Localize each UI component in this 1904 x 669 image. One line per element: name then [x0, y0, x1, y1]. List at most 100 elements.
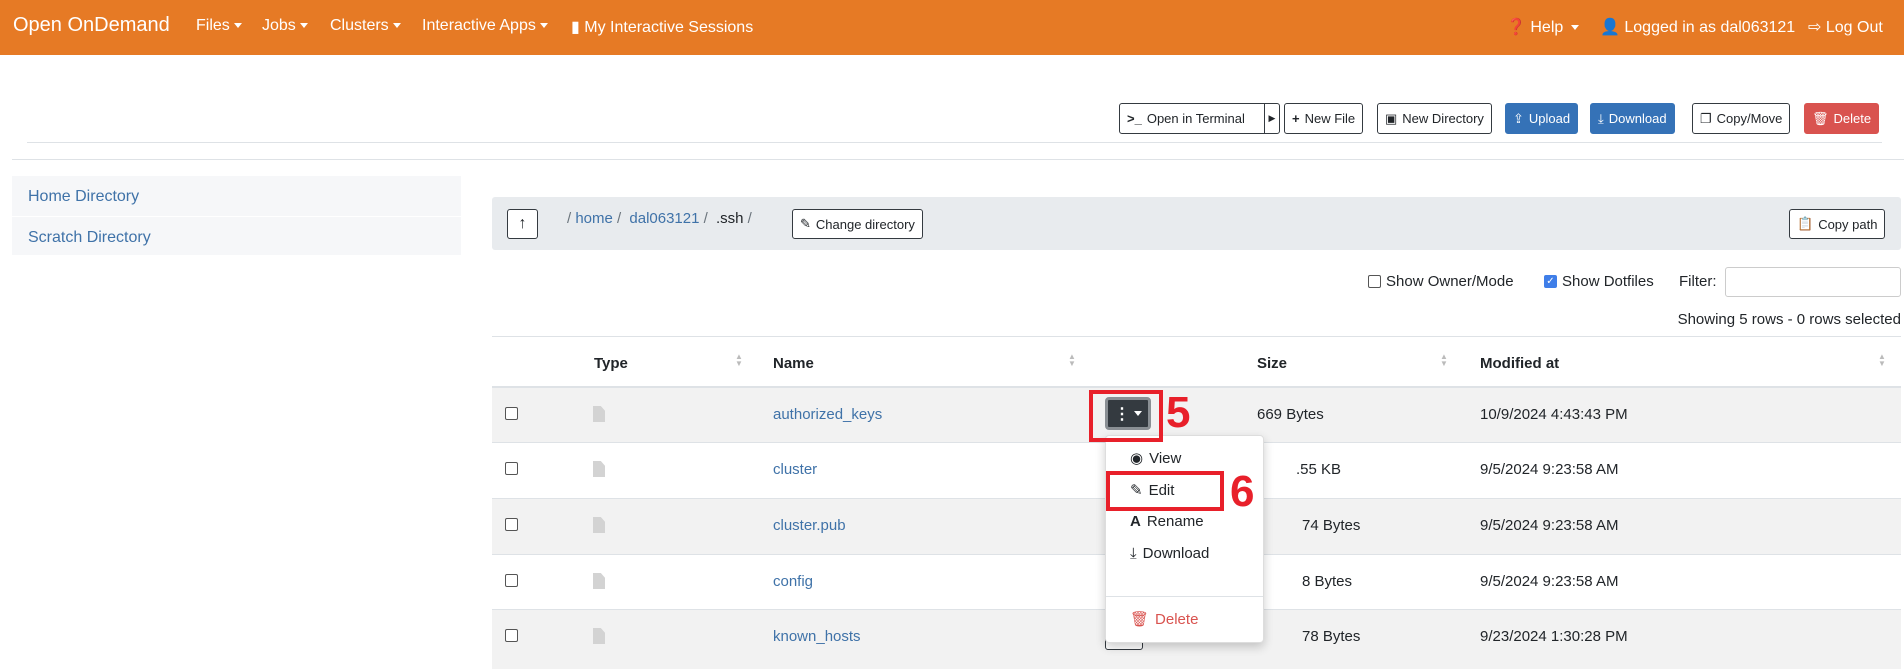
filter-input[interactable] [1725, 267, 1901, 297]
header-size[interactable]: Size [1257, 355, 1287, 372]
nav-files[interactable]: Files [196, 17, 242, 35]
upload-button[interactable]: ⇪ Upload [1505, 103, 1579, 134]
new-file-button[interactable]: + New File [1284, 103, 1364, 134]
open-terminal-button[interactable]: >_ Open in Terminal ▶ [1119, 103, 1280, 134]
file-size: 8 Bytes [1302, 573, 1353, 590]
file-size: 74 Bytes [1302, 517, 1361, 534]
menu-divider [1106, 596, 1263, 597]
row-count-status: Showing 5 rows - 0 rows selected [1677, 311, 1901, 328]
file-modified: 9/5/2024 9:23:58 AM [1480, 517, 1619, 534]
annotation-box-6 [1106, 471, 1224, 511]
row-checkbox[interactable] [505, 629, 518, 642]
file-size: .55 KB [1296, 461, 1342, 478]
sessions-icon: ▮ [571, 19, 585, 36]
file-modified: 10/9/2024 4:43:43 PM [1480, 406, 1628, 423]
show-dotfiles-label: Show Dotfiles [1562, 273, 1654, 290]
trash-icon: 🗑 [1812, 110, 1829, 126]
nav-jobs[interactable]: Jobs [262, 17, 308, 35]
header-type[interactable]: Type [594, 355, 628, 372]
row-checkbox[interactable] [505, 407, 518, 420]
download-button[interactable]: ⤓ Download [1590, 103, 1675, 134]
breadcrumb-user[interactable]: dal063121 [629, 210, 699, 227]
show-owner-checkbox[interactable] [1368, 275, 1381, 288]
sidebar-item-scratch[interactable]: Scratch Directory [12, 217, 461, 255]
file-icon [593, 628, 605, 644]
logout-icon: ⇨ [1808, 19, 1822, 36]
navbar: Open OnDemand Files Jobs Clusters Intera… [0, 0, 1904, 55]
annotation-number-6: 6 [1230, 467, 1255, 516]
divider [27, 142, 1882, 143]
file-name-link[interactable]: cluster [773, 461, 817, 478]
copy-move-button[interactable]: ❐ Copy/Move [1692, 103, 1791, 134]
breadcrumb: / home / dal063121 / .ssh / [567, 210, 752, 227]
file-modified: 9/5/2024 9:23:58 AM [1480, 461, 1619, 478]
file-name-link[interactable]: authorized_keys [773, 406, 882, 423]
download-icon: ⤓ [1130, 545, 1137, 562]
file-size: 669 Bytes [1257, 406, 1324, 423]
menu-item-view[interactable]: ◉ View [1130, 449, 1181, 468]
annotation-box-5 [1089, 390, 1163, 442]
sort-icon[interactable]: ▲ ▼ [1878, 353, 1886, 368]
nav-logout[interactable]: ⇨ Log Out [1808, 17, 1883, 37]
breadcrumb-bar: ↑ / home / dal063121 / .ssh / ✎ Change di… [492, 197, 1901, 250]
divider [12, 159, 1904, 160]
header-name[interactable]: Name [773, 355, 814, 372]
show-dotfiles-checkbox[interactable]: ✓ [1544, 275, 1557, 288]
caret-down-icon [539, 23, 548, 29]
table-top-border [492, 336, 1901, 337]
brand-link[interactable]: Open OnDemand [13, 14, 170, 37]
header-modified[interactable]: Modified at [1480, 355, 1559, 372]
table-row[interactable]: authorized_keys 669 Bytes 10/9/2024 4:43… [492, 386, 1901, 442]
file-icon [593, 406, 605, 422]
menu-item-delete[interactable]: 🗑 Delete [1130, 610, 1198, 629]
caret-down-icon [299, 23, 308, 29]
change-directory-button[interactable]: ✎ Change directory [792, 209, 923, 239]
sort-icon[interactable]: ▲ ▼ [1068, 353, 1076, 368]
arrow-up-icon: ↑ [518, 215, 527, 232]
terminal-dropdown-toggle[interactable]: ▶ [1264, 104, 1279, 133]
file-name-link[interactable]: config [773, 573, 813, 590]
file-modified: 9/23/2024 1:30:28 PM [1480, 628, 1628, 645]
file-icon [593, 517, 605, 533]
file-size: 78 Bytes [1302, 628, 1361, 645]
caret-down-icon [1571, 25, 1580, 31]
caret-down-icon [233, 23, 242, 29]
trash-icon: 🗑 [1130, 611, 1150, 628]
copy-path-button[interactable]: 📋 Copy path [1789, 209, 1886, 239]
folder-plus-icon: ▣ [1385, 110, 1398, 126]
sort-icon[interactable]: ▲ ▼ [735, 353, 743, 368]
nav-clusters[interactable]: Clusters [330, 17, 401, 35]
eye-icon: ◉ [1130, 450, 1144, 467]
file-icon [593, 461, 605, 477]
nav-user: 👤 Logged in as dal063121 [1600, 19, 1796, 36]
user-icon: 👤 [1600, 19, 1620, 36]
breadcrumb-home[interactable]: home [575, 210, 613, 227]
caret-down-icon [392, 23, 401, 29]
question-icon: ❓ [1506, 19, 1526, 36]
new-directory-button[interactable]: ▣ New Directory [1377, 103, 1492, 134]
clipboard-icon: 📋 [1797, 216, 1814, 231]
show-owner-label: Show Owner/Mode [1386, 273, 1514, 290]
file-name-link[interactable]: known_hosts [773, 628, 861, 645]
file-name-link[interactable]: cluster.pub [773, 517, 846, 534]
sidebar-item-home[interactable]: Home Directory [12, 176, 461, 216]
nav-my-sessions[interactable]: ▮ My Interactive Sessions [571, 17, 753, 37]
menu-item-rename[interactable]: A Rename [1130, 513, 1204, 530]
breadcrumb-current: .ssh [715, 210, 744, 227]
edit-icon: ✎ [800, 216, 811, 231]
row-checkbox[interactable] [505, 574, 518, 587]
nav-interactive-apps[interactable]: Interactive Apps [422, 17, 548, 35]
row-checkbox[interactable] [505, 462, 518, 475]
menu-item-download[interactable]: ⤓ Download [1130, 545, 1209, 562]
file-modified: 9/5/2024 9:23:58 AM [1480, 573, 1619, 590]
file-icon [593, 573, 605, 589]
plus-icon: + [1292, 111, 1300, 126]
nav-help[interactable]: ❓ Help [1506, 17, 1580, 37]
annotation-number-5: 5 [1166, 388, 1191, 437]
copy-icon: ❐ [1700, 110, 1712, 126]
row-checkbox[interactable] [505, 518, 518, 531]
sort-icon[interactable]: ▲ ▼ [1440, 353, 1448, 368]
up-directory-button[interactable]: ↑ [507, 209, 538, 239]
rename-icon: A [1130, 513, 1141, 530]
delete-button[interactable]: 🗑 Delete [1804, 103, 1880, 134]
